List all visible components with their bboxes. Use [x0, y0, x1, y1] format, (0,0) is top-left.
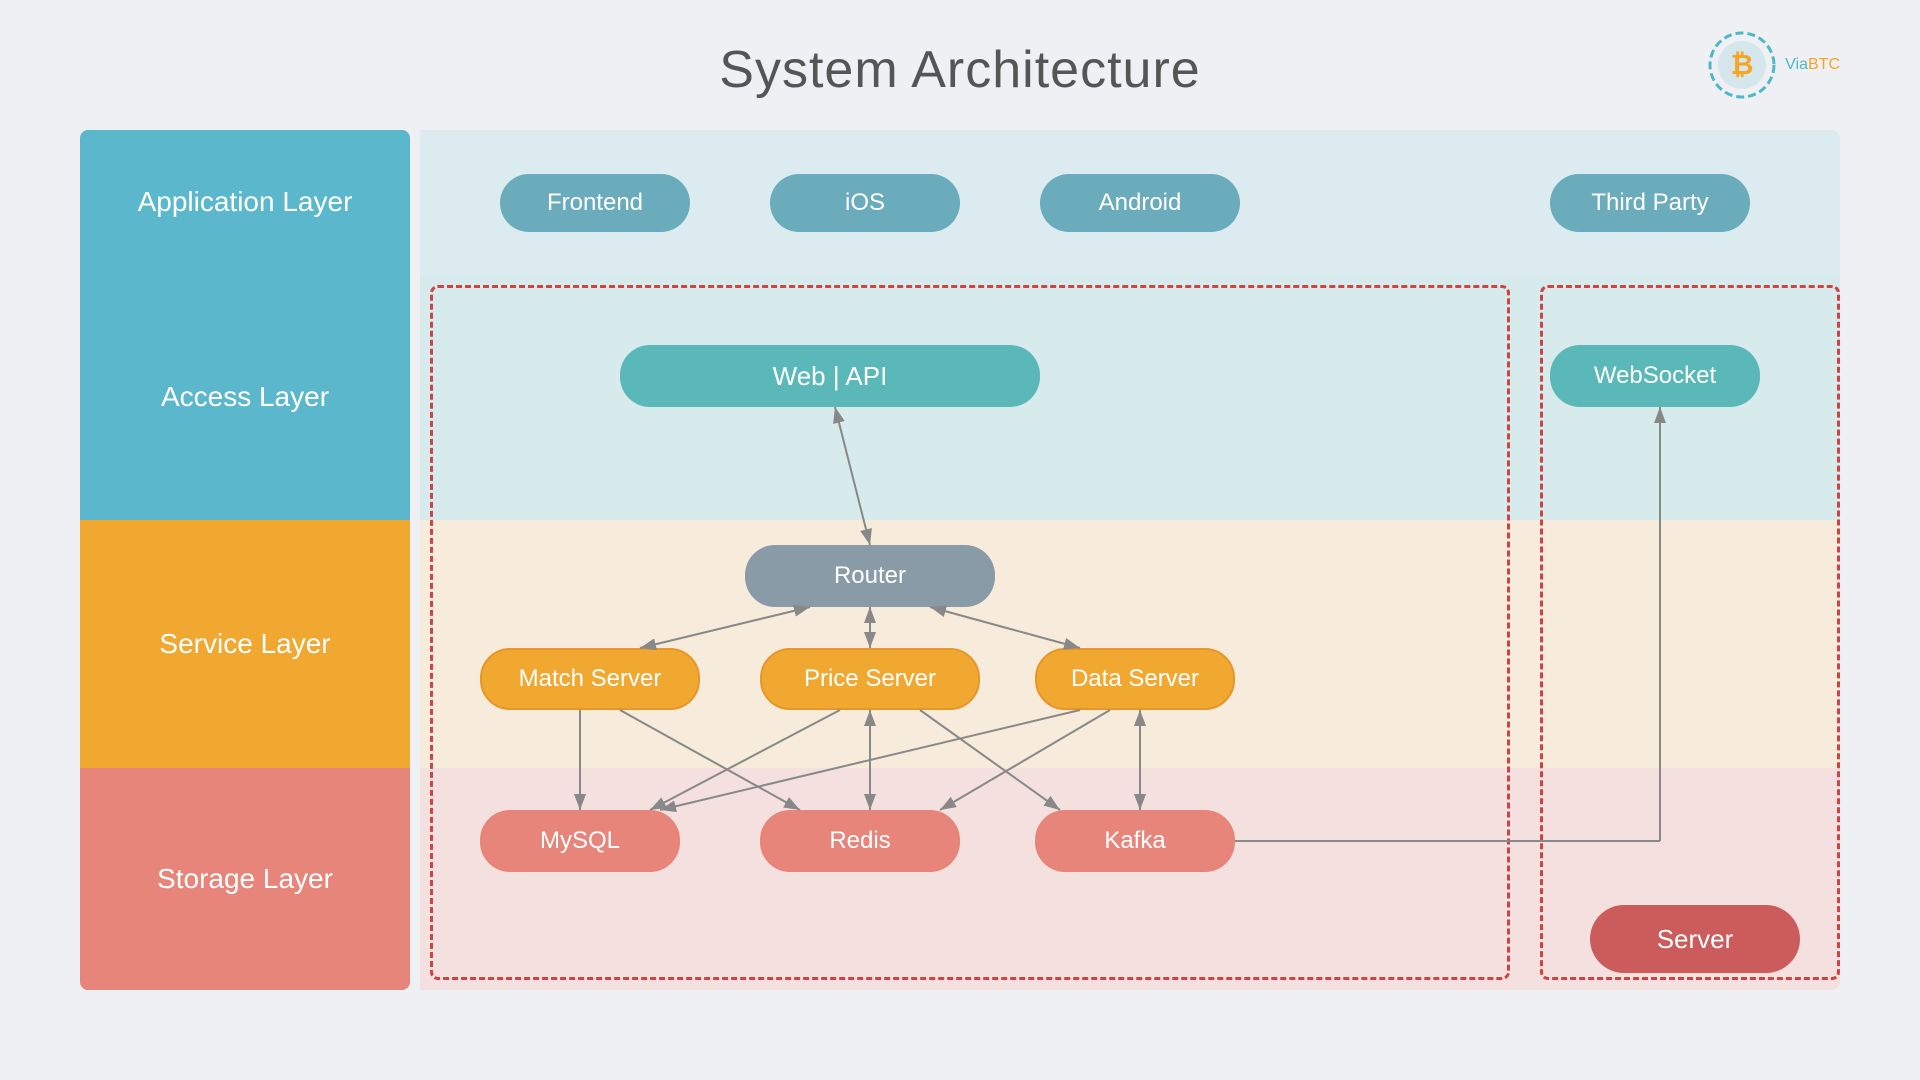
- websocket-node: WebSocket: [1550, 345, 1760, 407]
- logo-btc-text: BTC: [1808, 56, 1840, 74]
- content-area: Frontend iOS Android Third Party Web | A…: [420, 130, 1840, 990]
- page-container: System Architecture ₿ Via BTC Applicatio…: [0, 0, 1920, 1080]
- svg-text:₿: ₿: [1731, 49, 1754, 80]
- router-node: Router: [745, 545, 995, 607]
- ios-node: iOS: [770, 174, 960, 232]
- architecture-diagram: Application Layer Access Layer Service L…: [80, 130, 1840, 990]
- third-party-node: Third Party: [1550, 174, 1750, 232]
- bitcoin-icon: ₿: [1707, 30, 1777, 100]
- page-title: System Architecture: [719, 40, 1200, 100]
- logo-area: ₿ Via BTC: [1707, 30, 1840, 100]
- logo-via-text: Via: [1785, 56, 1808, 74]
- zone-service-bg: [420, 520, 1840, 768]
- service-layer-label: Service Layer: [80, 520, 410, 768]
- storage-layer-label: Storage Layer: [80, 768, 410, 990]
- price-server-node: Price Server: [760, 648, 980, 710]
- match-server-node: Match Server: [480, 648, 700, 710]
- header: System Architecture ₿ Via BTC: [0, 0, 1920, 130]
- redis-node: Redis: [760, 810, 960, 872]
- android-node: Android: [1040, 174, 1240, 232]
- mysql-node: MySQL: [480, 810, 680, 872]
- server-node: Server: [1590, 905, 1800, 973]
- application-layer-label: Application Layer: [80, 130, 410, 275]
- layer-labels: Application Layer Access Layer Service L…: [80, 130, 410, 990]
- web-api-node: Web | API: [620, 345, 1040, 407]
- access-layer-label: Access Layer: [80, 275, 410, 520]
- data-server-node: Data Server: [1035, 648, 1235, 710]
- kafka-node: Kafka: [1035, 810, 1235, 872]
- frontend-node: Frontend: [500, 174, 690, 232]
